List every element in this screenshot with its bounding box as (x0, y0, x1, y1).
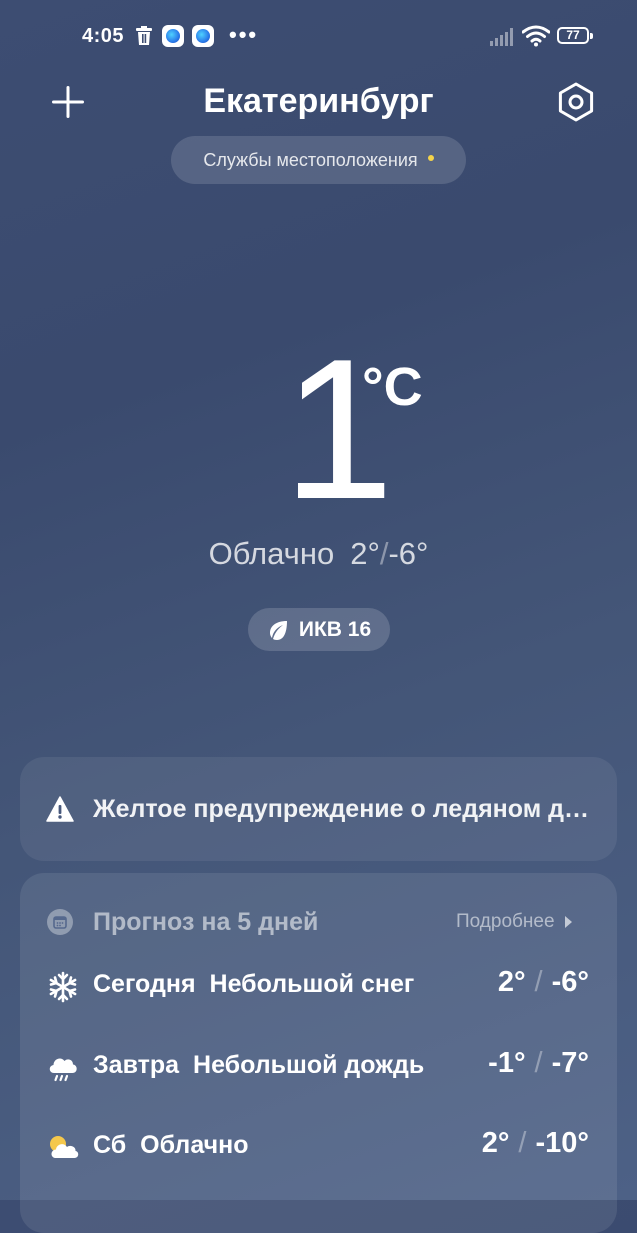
forecast-day-desc: Облачно (140, 1131, 249, 1159)
forecast-day: Сб Облачно (93, 1131, 249, 1160)
forecast-day: Сегодня Небольшой снег (93, 970, 414, 999)
temp-separator: / (534, 1047, 543, 1079)
rain-cloud-icon (49, 1058, 77, 1082)
today-low: -6° (388, 536, 429, 571)
signal-icon (490, 28, 513, 46)
forecast-title: Прогноз на 5 дней (93, 908, 319, 936)
current-condition: Облачно 2°/-6° (0, 536, 637, 572)
add-city-button[interactable] (50, 84, 86, 120)
location-status-dot (427, 155, 434, 161)
forecast-low: -10° (535, 1127, 589, 1159)
forecast-day-desc: Небольшой дождь (193, 1051, 425, 1079)
app-notification-icon (162, 25, 184, 47)
forecast-more-label: Подробнее (456, 911, 555, 932)
forecast-row-tomorrow[interactable]: Завтра Небольшой дождь -1° / -7° (20, 1037, 617, 1097)
forecast-low: -6° (551, 966, 589, 998)
settings-icon[interactable] (556, 82, 596, 122)
aqi-label: ИКВ 16 (298, 617, 372, 641)
snowflake-icon (49, 971, 77, 1003)
chevron-right-icon (564, 916, 572, 928)
forecast-temps: 2° / -10° (482, 1127, 589, 1160)
trash-icon (136, 26, 152, 45)
location-services-pill[interactable]: Службы местоположения (171, 136, 466, 184)
forecast-low: -7° (551, 1047, 589, 1079)
calendar-icon (47, 909, 73, 935)
leaf-icon (269, 620, 287, 640)
forecast-row-saturday[interactable]: Сб Облачно 2° / -10° (20, 1117, 617, 1177)
forecast-day-desc: Небольшой снег (209, 970, 415, 998)
wifi-icon (522, 25, 550, 47)
location-services-label: Службы местоположения (203, 149, 418, 170)
battery-icon: 77 (557, 27, 593, 44)
temp-separator: / (518, 1127, 527, 1159)
aqi-pill[interactable]: ИКВ 16 (248, 608, 390, 651)
forecast-day: Завтра Небольшой дождь (93, 1051, 424, 1080)
status-bar: 4:05 ••• 77 (0, 0, 637, 72)
today-high: 2° (350, 536, 380, 571)
condition-text: Облачно (208, 536, 335, 571)
app-notification-icon (192, 25, 214, 47)
warning-icon (46, 796, 74, 822)
weather-alert-card[interactable]: Желтое предупреждение о ледяном дожде (20, 757, 617, 861)
forecast-high: 2° (481, 1127, 510, 1159)
forecast-high: -1° (488, 1047, 526, 1079)
forecast-temps: 2° / -6° (498, 966, 589, 999)
forecast-day-label: Сегодня (93, 970, 196, 998)
temperature-unit: °C (362, 357, 423, 417)
forecast-day-label: Завтра (93, 1051, 180, 1079)
forecast-high: 2° (497, 966, 526, 998)
forecast-more-link[interactable]: Подробнее (456, 911, 572, 933)
forecast-row-today[interactable]: Сегодня Небольшой снег 2° / -6° (20, 956, 617, 1016)
city-title: Екатеринбург (203, 82, 434, 120)
alert-text: Желтое предупреждение о ледяном дожде (93, 794, 593, 823)
partly-cloudy-icon (50, 1136, 79, 1158)
forecast-temps: -1° / -7° (488, 1047, 589, 1080)
status-time: 4:05 (82, 25, 125, 47)
forecast-day-label: Сб (93, 1131, 127, 1159)
more-notifications-icon: ••• (229, 22, 259, 47)
temp-separator: / (534, 966, 543, 998)
